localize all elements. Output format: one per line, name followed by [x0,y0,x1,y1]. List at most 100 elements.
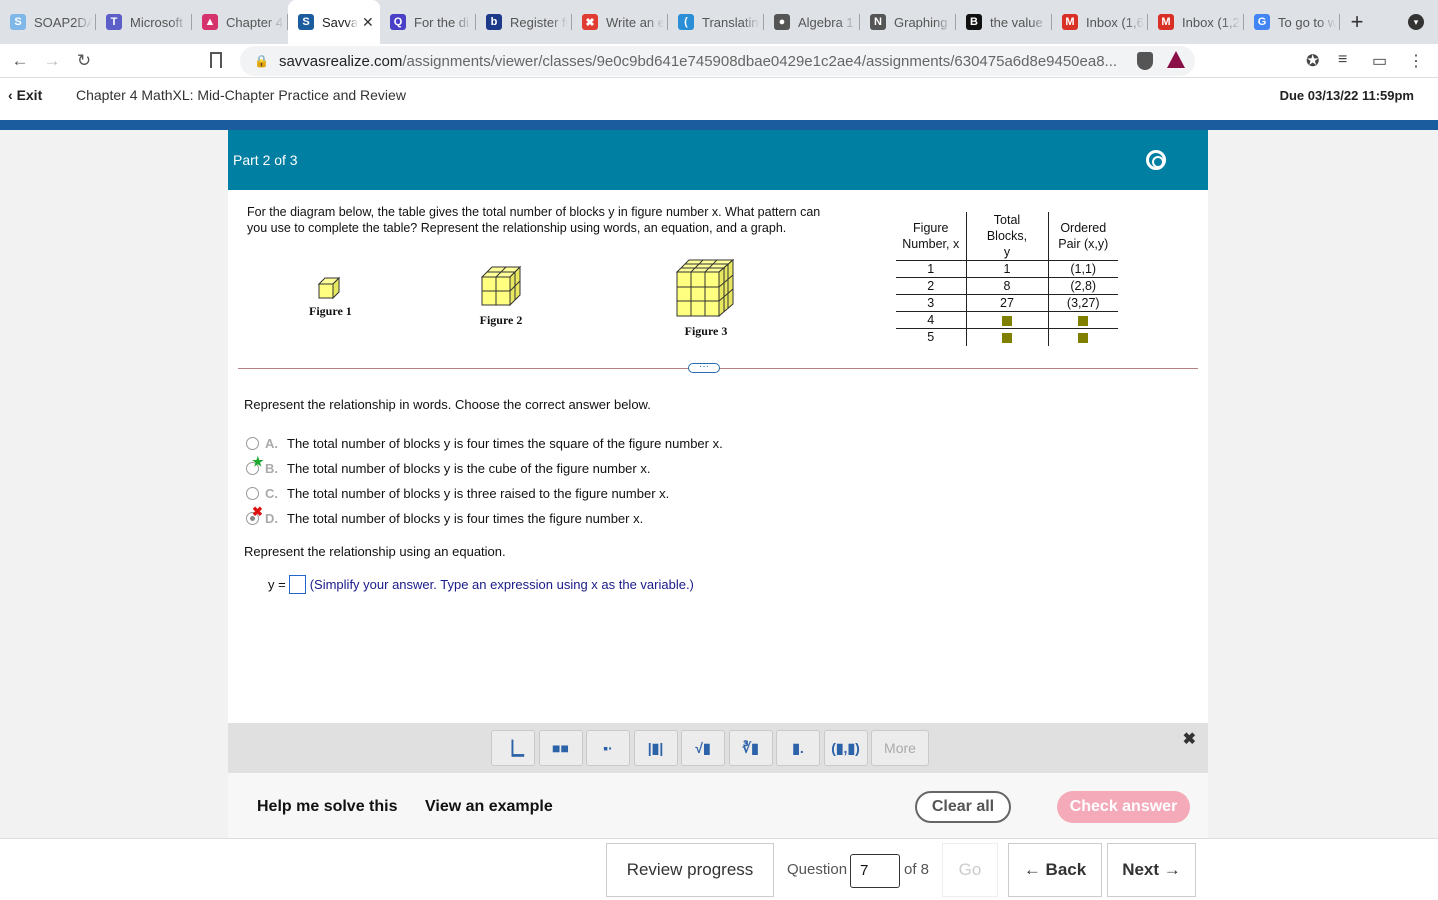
browser-tab[interactable]: T Microsoft [96,0,192,44]
tab-favicon-icon: B [966,14,982,30]
tab-title: the value [990,14,1043,30]
browser-tab[interactable]: M Inbox (1,6 [1052,0,1148,44]
answer-option[interactable]: ★ B. The total number of blocks y is the c… [246,454,650,477]
option-text: The total number of blocks y is three ra… [287,485,670,501]
question-number-input[interactable]: 7 [850,854,900,888]
incorrect-x-icon: ✖ [252,504,263,519]
next-button[interactable]: Next → [1107,843,1196,897]
browser-tab[interactable]: b Register fo [476,0,572,44]
absolute-value-icon[interactable]: |▮| [633,730,678,766]
brave-rewards-icon[interactable] [1167,51,1185,68]
answer-option[interactable]: A. The total number of blocks y is four t… [246,434,723,452]
action-row: Help me solve this View an example Clear… [228,773,1208,838]
answer-option[interactable]: C. The total number of blocks y is three … [246,484,669,502]
part-label: Part 2 of 3 [233,152,298,168]
words-prompt: Represent the relationship in words. Cho… [244,397,651,412]
table-cell: 4 [896,311,966,329]
tab-favicon-icon: M [1158,14,1174,30]
go-button[interactable]: Go [942,843,998,897]
question-panel: Part 2 of 3 For the diagram below, the t… [228,130,1208,838]
browser-tab[interactable]: ✖ Write an e [572,0,668,44]
table-header: Figure Number, x [896,212,966,261]
forward-arrow-icon[interactable]: → [36,51,68,71]
gear-icon[interactable] [1146,150,1166,170]
clear-all-button[interactable]: Clear all [915,791,1011,823]
mixed-number-icon[interactable]: ■■ [538,730,583,766]
brave-shield-icon[interactable] [1137,52,1153,70]
check-answer-button[interactable]: Check answer [1057,791,1190,823]
reading-list-icon[interactable]: ≡ [1338,51,1347,69]
browser-tab[interactable]: M Inbox (1,2 [1148,0,1244,44]
exit-button[interactable]: ‹ Exit [8,87,42,103]
browser-tab[interactable]: G To go to w [1244,0,1340,44]
table-header-line: y [1003,245,1011,259]
radio-button[interactable] [246,436,259,450]
answer-box-icon[interactable] [1002,332,1012,343]
browser-tab[interactable]: (Translatin [668,0,764,44]
reload-icon[interactable]: ↻ [68,51,100,71]
option-letter: A. [265,435,278,451]
answer-box-icon[interactable] [1078,315,1089,326]
radio-button[interactable] [246,486,259,500]
browser-tab[interactable]: S Savvas✕ [288,0,380,44]
nth-root-icon[interactable]: ∛▮ [728,730,773,766]
back-arrow-icon[interactable]: ← [4,51,36,71]
tab-favicon-icon: G [1254,14,1270,30]
table-header-line: Ordered [1060,221,1107,235]
answer-box-icon[interactable] [1078,332,1089,343]
tab-title: Chapter 4 [226,14,284,30]
exponent-icon[interactable]: ▪· [586,730,630,766]
wallet-icon[interactable]: ▭ [1372,51,1387,71]
header-accent-bar [0,120,1438,130]
expand-handle[interactable]: ··· [688,362,720,373]
assignment-title: Chapter 4 MathXL: Mid-Chapter Practice a… [76,87,406,103]
table-row: 1 1 (1,1) [896,260,1118,278]
option-letter: D. [265,510,278,526]
browser-tab[interactable]: Q For the di [380,0,476,44]
help-me-solve-link[interactable]: Help me solve this [257,798,398,816]
cube-3-icon [675,258,735,318]
tab-title: Algebra 1 [798,14,854,30]
equation-prefix: y = [268,577,286,592]
tab-search-icon[interactable]: ▾ [1408,14,1424,30]
tab-favicon-icon: Q [390,14,406,30]
tab-favicon-icon: S [298,14,314,30]
fraction-icon[interactable]: ▕▁ [491,730,535,766]
answer-box-icon[interactable] [1002,315,1012,326]
extensions-puzzle-icon[interactable]: ✪ [1306,51,1319,71]
square-root-icon[interactable]: √▮ [681,730,725,766]
browser-tab[interactable]: ● Algebra 1 [764,0,860,44]
table-header-row: Figure Number, x Total Blocks, y Ordered Pair… [896,212,1118,261]
tab-close-icon[interactable]: ✕ [362,14,374,31]
url-host: savvasrealize.com [278,52,403,70]
table-cell-blank[interactable] [1047,328,1118,346]
tab-favicon-icon: N [870,14,886,30]
subscript-icon[interactable]: ▮. [776,730,820,766]
toolbar-close-icon[interactable]: ✖ [1183,729,1196,749]
ordered-pair-icon[interactable]: (▮,▮) [823,730,868,766]
table-cell-blank[interactable] [965,328,1048,346]
new-tab-button[interactable]: + [1340,9,1374,35]
table-cell: (1,1) [1047,260,1118,278]
view-example-link[interactable]: View an example [425,798,553,816]
browser-tab[interactable]: N Graphing [860,0,956,44]
tab-favicon-icon: S [10,14,26,30]
table-cell-blank[interactable] [1047,311,1118,329]
back-button[interactable]: ← Back [1008,843,1102,897]
tab-title: Microsoft [130,14,183,30]
option-letter: C. [265,485,278,501]
more-button[interactable]: More [871,730,929,766]
bookmark-icon[interactable] [210,52,222,68]
browser-tab[interactable]: Bthe value [956,0,1052,44]
option-letter: B. [265,460,278,476]
menu-icon[interactable]: ⋮ [1408,51,1424,71]
answer-option[interactable]: ✖ D. The total number of blocks y is four … [246,504,643,527]
question-total: of 8 [904,861,930,878]
answer-input[interactable] [288,575,306,594]
browser-tab[interactable]: ▲ Chapter 4 [192,0,288,44]
equation-line: y = (Simplify your answer. Type an expre… [268,575,694,594]
table-cell-blank[interactable] [965,311,1048,329]
browser-tab[interactable]: S SOAP2DA [0,0,96,44]
review-progress-button[interactable]: Review progress [606,843,774,897]
url-field[interactable]: 🔒 savvasrealize.com/assignments/viewer/c… [240,46,1195,76]
